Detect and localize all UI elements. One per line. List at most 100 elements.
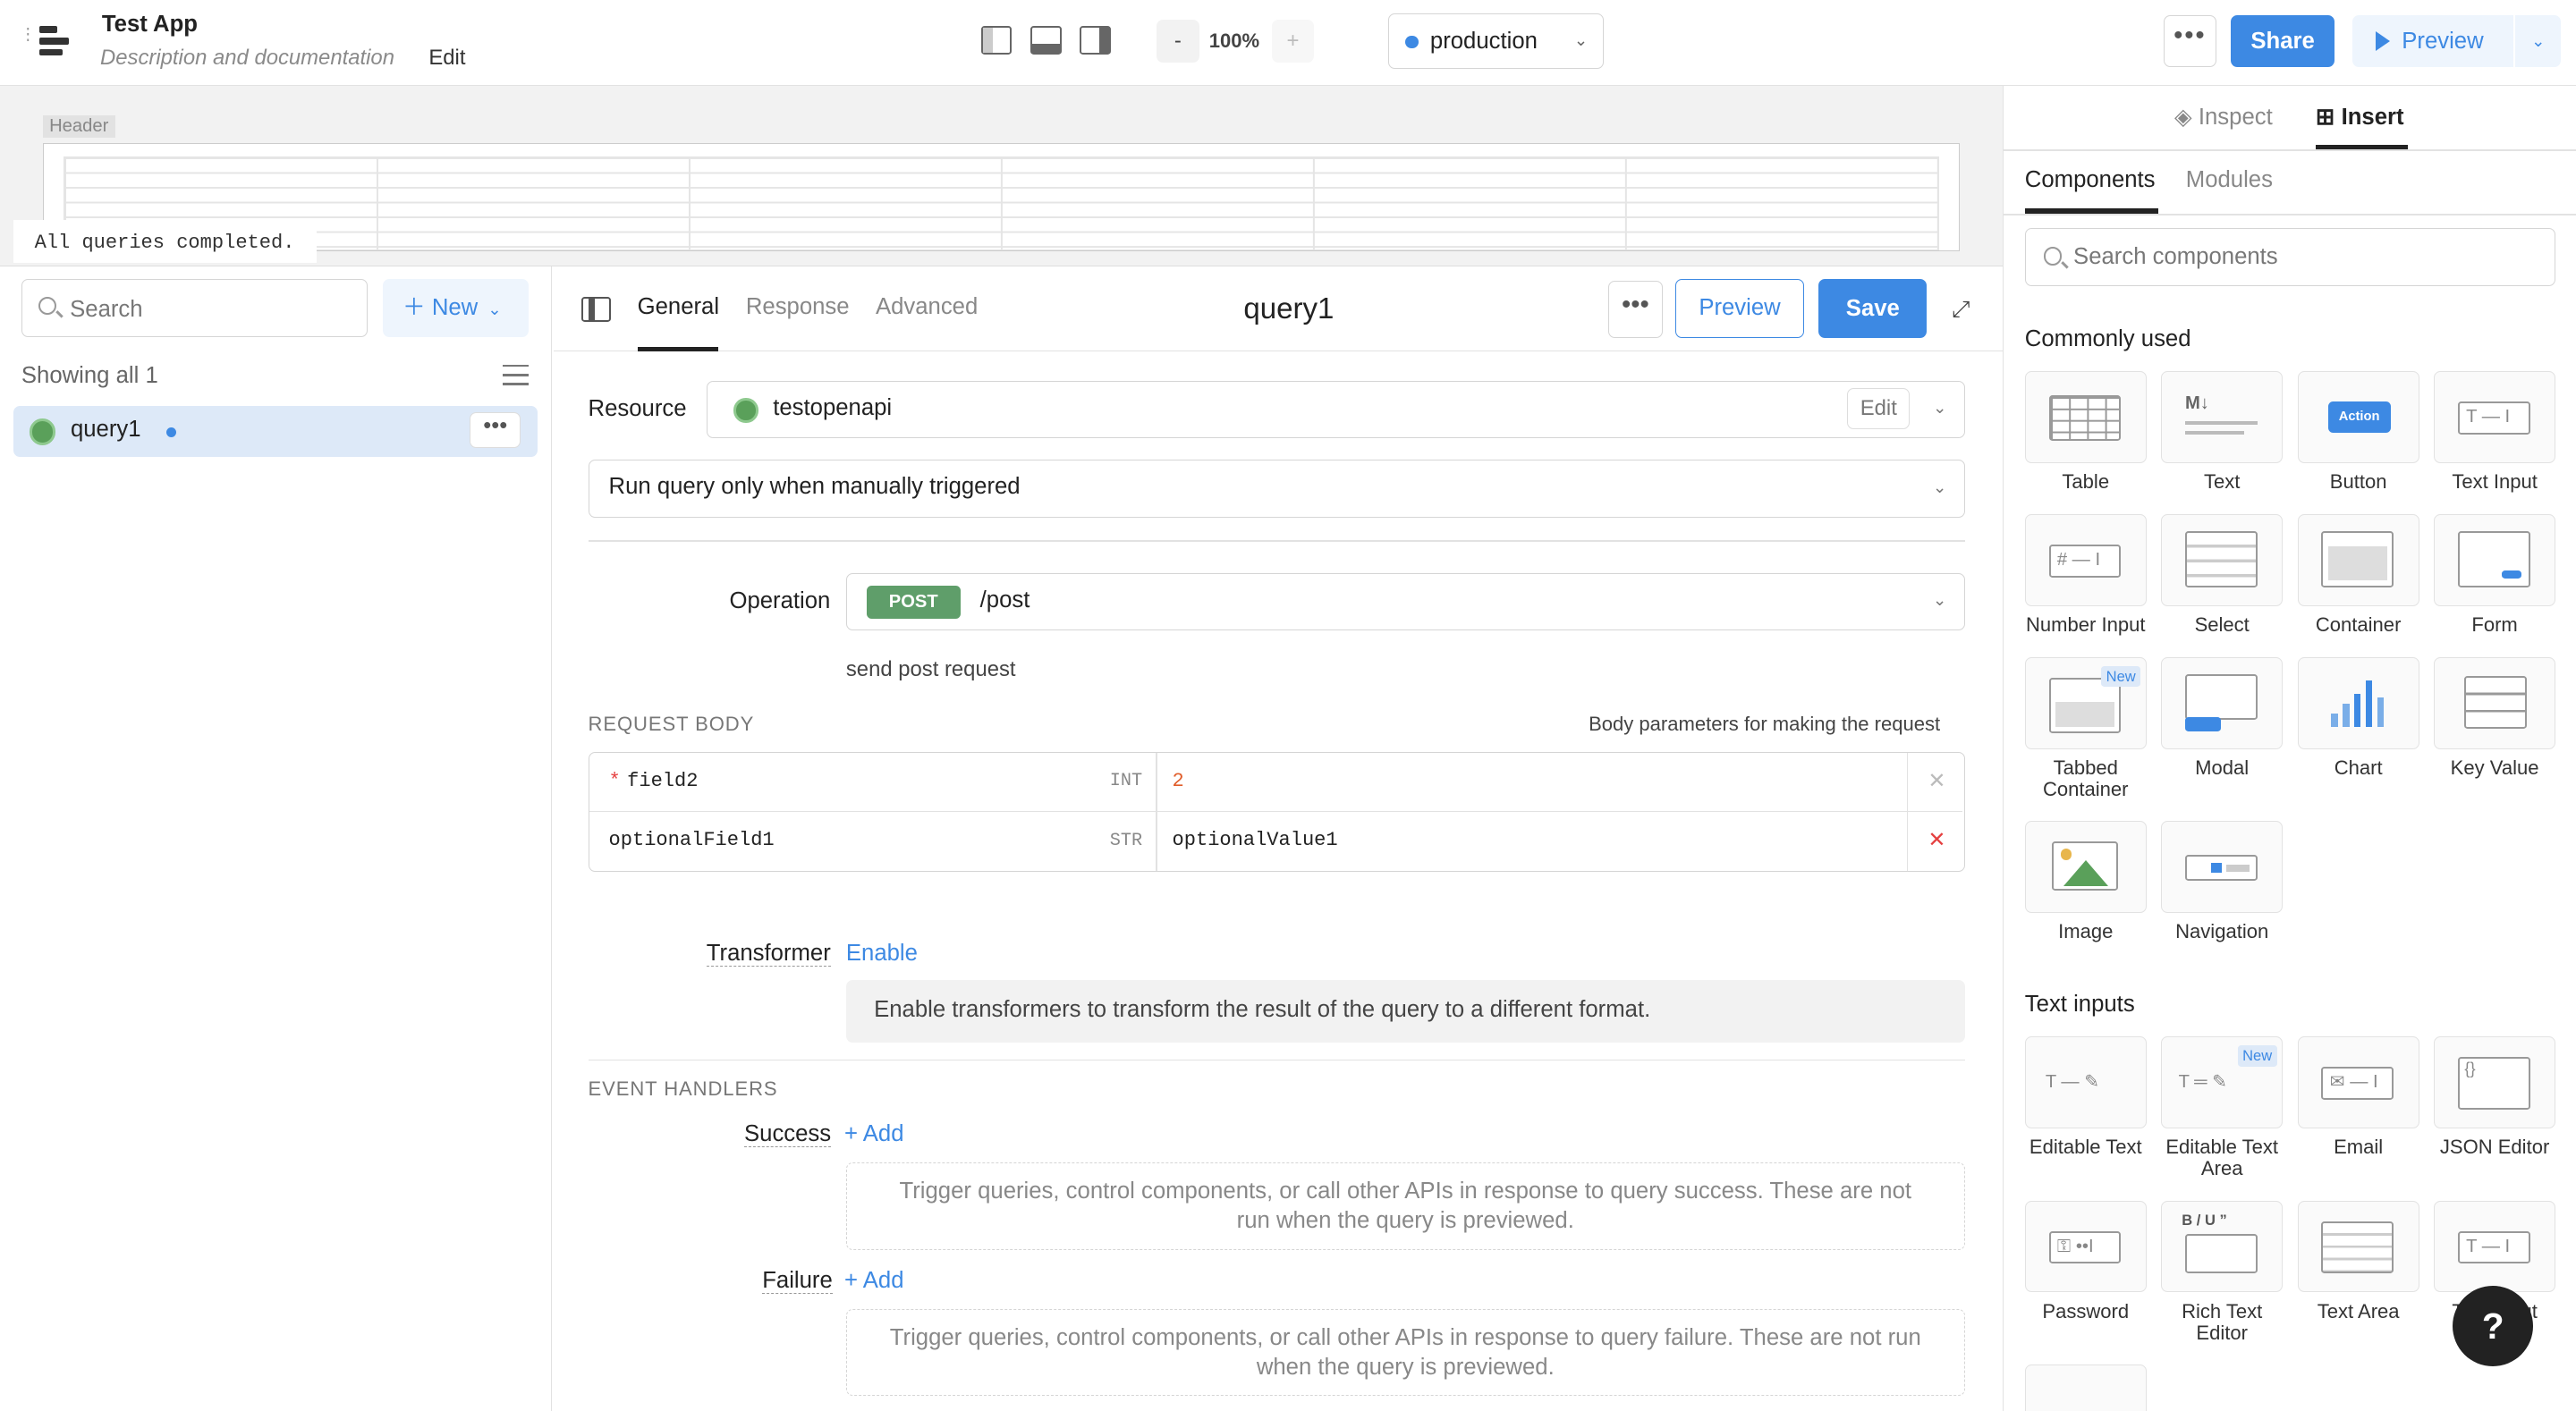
component-password[interactable]: ⚿ ••I Password <box>2024 1200 2147 1322</box>
app-description: Description and documentation <box>100 46 394 71</box>
tab-advanced[interactable]: Advanced <box>876 294 978 320</box>
component-search-input[interactable]: Search components <box>2024 228 2556 286</box>
component-image[interactable]: Image <box>2024 821 2147 942</box>
required-marker: * <box>608 769 621 792</box>
param-value-input[interactable]: optionalValue1 <box>1173 829 1338 851</box>
component-select[interactable]: Select <box>2161 513 2284 636</box>
query-title[interactable]: query1 <box>1243 292 1334 326</box>
resource-select[interactable]: testopenapi Edit ⌄ <box>706 381 1965 439</box>
active-tab-indicator <box>637 346 718 352</box>
tab-inspect[interactable]: ◈ Inspect <box>2174 104 2273 131</box>
query-search-input[interactable]: Search <box>21 279 369 337</box>
tab-general[interactable]: General <box>638 294 719 320</box>
toggle-left-panel-icon[interactable] <box>980 26 1013 55</box>
toggle-right-panel-icon[interactable] <box>1079 26 1111 55</box>
divider <box>2003 149 2576 151</box>
help-button[interactable]: ? <box>2453 1286 2534 1367</box>
plus-icon: ＋ <box>402 295 432 321</box>
operation-select[interactable]: POST /post ⌄ <box>845 572 1965 631</box>
component-editable-text[interactable]: T — ✎ Editable Text <box>2024 1035 2147 1158</box>
component-key-value[interactable]: Key Value <box>2434 656 2556 779</box>
divider <box>588 540 1965 543</box>
component-text-area[interactable]: Text Area <box>2297 1200 2419 1322</box>
toggle-bottom-panel-icon[interactable] <box>1030 26 1062 55</box>
container-component-icon <box>2297 513 2419 606</box>
add-success-handler-link[interactable]: + Add <box>844 1121 903 1147</box>
tabbed-container-component-icon: New <box>2024 656 2147 749</box>
clear-param-icon[interactable]: ✕ <box>1928 768 1945 794</box>
header-frame-tag[interactable]: Header <box>42 114 115 139</box>
preview-app-button[interactable]: Preview <box>2352 14 2514 68</box>
remove-param-icon[interactable]: ✕ <box>1928 827 1945 853</box>
layers-icon: ◈ <box>2174 104 2199 130</box>
app-title[interactable]: Test App <box>102 12 198 38</box>
modal-component-icon <box>2161 656 2284 749</box>
component-email[interactable]: ✉ — I Email <box>2297 1035 2419 1158</box>
query-list-item[interactable]: query1 ••• <box>13 405 538 457</box>
add-failure-handler-link[interactable]: + Add <box>844 1268 903 1294</box>
component-tabbed-container[interactable]: New Tabbed Container <box>2024 656 2147 800</box>
divider <box>1906 753 1909 813</box>
canvas-grid <box>63 156 1940 250</box>
component-modal[interactable]: Modal <box>2161 656 2284 779</box>
param-type: INT <box>1109 771 1143 792</box>
operation-label: Operation <box>729 587 831 613</box>
more-options-button[interactable]: ••• <box>2163 14 2216 68</box>
query-status-message: All queries completed. <box>13 220 318 263</box>
expand-icon[interactable]: ⤢ <box>1952 297 1970 324</box>
query-more-button[interactable]: ••• <box>470 411 521 449</box>
unsaved-indicator-dot <box>165 427 176 437</box>
drag-handle-icon[interactable]: ⋮ <box>20 25 36 55</box>
top-bar: ⋮ Test App Description and documentation… <box>0 0 2576 86</box>
zoom-out-button[interactable]: - <box>1157 20 1199 63</box>
component-chart[interactable]: Chart <box>2297 656 2419 779</box>
component-text-input[interactable]: T — I Text Input <box>2434 371 2556 493</box>
param-value-input[interactable]: 2 <box>1173 770 1184 792</box>
preview-query-button[interactable]: Preview <box>1675 279 1804 339</box>
chevron-down-icon: ⌄ <box>1932 590 1947 610</box>
component-table[interactable]: Table <box>2024 371 2147 493</box>
edit-resource-button[interactable]: Edit <box>1847 388 1911 430</box>
component-container[interactable]: Container <box>2297 513 2419 636</box>
sidebar-toggle-icon[interactable] <box>581 297 612 322</box>
tab-response[interactable]: Response <box>746 294 850 320</box>
resource-value: testopenapi <box>773 394 893 420</box>
inspector-panel: ◈ Inspect ⊞ Insert Components Modules Se… <box>2002 85 2576 1411</box>
tab-insert[interactable]: ⊞ Insert <box>2316 104 2404 131</box>
environment-select[interactable]: production ⌄ <box>1388 13 1604 70</box>
component-text[interactable]: M↓ Text <box>2161 371 2284 493</box>
divider <box>1906 812 1909 872</box>
component-json-editor[interactable]: {} JSON Editor <box>2434 1035 2556 1158</box>
header-frame[interactable] <box>42 142 1961 251</box>
request-body-params: * field2 INT 2 ✕ optionalField1 STR optio… <box>588 752 1965 873</box>
component-navigation[interactable]: Navigation <box>2161 821 2284 942</box>
transformer-info: Enable transformers to transform the res… <box>845 980 1965 1043</box>
component-search-placeholder: Search components <box>2073 243 2278 269</box>
chevron-down-icon: ⌄ <box>1573 30 1589 50</box>
component-number-input[interactable]: # — I Number Input <box>2024 513 2147 636</box>
component-rich-text-editor[interactable]: B / U ” Rich Text Editor <box>2161 1200 2284 1344</box>
zoom-level: 100% <box>1208 30 1260 53</box>
divider <box>588 1059 1965 1061</box>
trigger-mode-select[interactable]: Run query only when manually triggered ⌄ <box>588 460 1965 518</box>
component-button[interactable]: Action Button <box>2297 371 2419 493</box>
zoom-in-button[interactable]: + <box>1271 20 1315 63</box>
transformer-label: Transformer <box>706 941 831 967</box>
tab-components[interactable]: Components <box>2025 167 2156 193</box>
component-form[interactable]: Form <box>2434 513 2556 636</box>
save-query-button[interactable]: Save <box>1818 279 1928 339</box>
divider <box>1156 753 1157 813</box>
success-label: Success <box>744 1121 832 1148</box>
filter-settings-icon[interactable] <box>503 364 530 388</box>
edit-description-link[interactable]: Edit <box>428 46 465 71</box>
component-more[interactable] <box>2024 1365 2147 1411</box>
component-editable-text-area[interactable]: T ═ ✎ New Editable Text Area <box>2161 1035 2284 1179</box>
query-more-options-button[interactable]: ••• <box>1608 281 1663 339</box>
enable-transformer-link[interactable]: Enable <box>846 941 918 967</box>
new-query-button[interactable]: ＋ New ⌄ <box>382 279 530 337</box>
tab-modules[interactable]: Modules <box>2186 167 2273 193</box>
share-button[interactable]: Share <box>2231 14 2334 68</box>
param-key: optionalField1 <box>608 828 775 851</box>
environment-status-dot <box>1405 35 1419 49</box>
preview-dropdown-icon[interactable]: ⌄ <box>2514 14 2562 68</box>
